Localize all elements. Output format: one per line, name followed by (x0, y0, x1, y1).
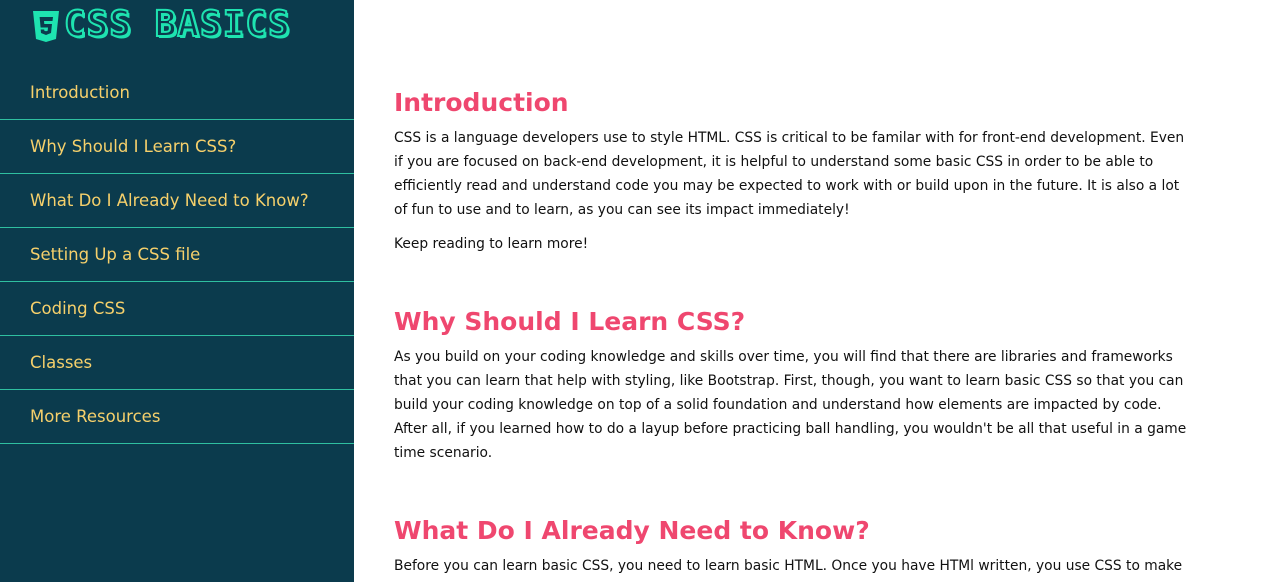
section-paragraph: Keep reading to learn more! (394, 236, 589, 252)
nav-item-coding-css[interactable]: Coding CSS (0, 282, 354, 336)
nav-item-what-need-to-know[interactable]: What Do I Already Need to Know? (0, 174, 354, 228)
section-paragraph: Before you can learn basic CSS, you need… (394, 558, 1183, 574)
css3-icon (33, 11, 59, 42)
nav-item-setting-up-css-file[interactable]: Setting Up a CSS file (0, 228, 354, 282)
site-logo[interactable]: CSS BASICS (30, 4, 291, 46)
section-paragraph: As you build on your coding knowledge an… (394, 349, 1187, 461)
nav-item-more-resources[interactable]: More Resources (0, 390, 354, 444)
sidebar-nav: Introduction Why Should I Learn CSS? Wha… (0, 66, 354, 444)
section-paragraph: CSS is a language developers use to styl… (394, 130, 1185, 218)
section-title: Why Should I Learn CSS? (394, 307, 746, 336)
sidebar: CSS BASICS Introduction Why Should I Lea… (0, 0, 354, 582)
nav-item-classes[interactable]: Classes (0, 336, 354, 390)
nav-item-why-learn-css[interactable]: Why Should I Learn CSS? (0, 120, 354, 174)
nav-item-introduction[interactable]: Introduction (0, 66, 354, 120)
main-content: Introduction CSS is a language developer… (394, 0, 1194, 582)
section-title: What Do I Already Need to Know? (394, 516, 870, 545)
logo-text: CSS BASICS (63, 4, 291, 46)
section-title: Introduction (394, 88, 569, 117)
